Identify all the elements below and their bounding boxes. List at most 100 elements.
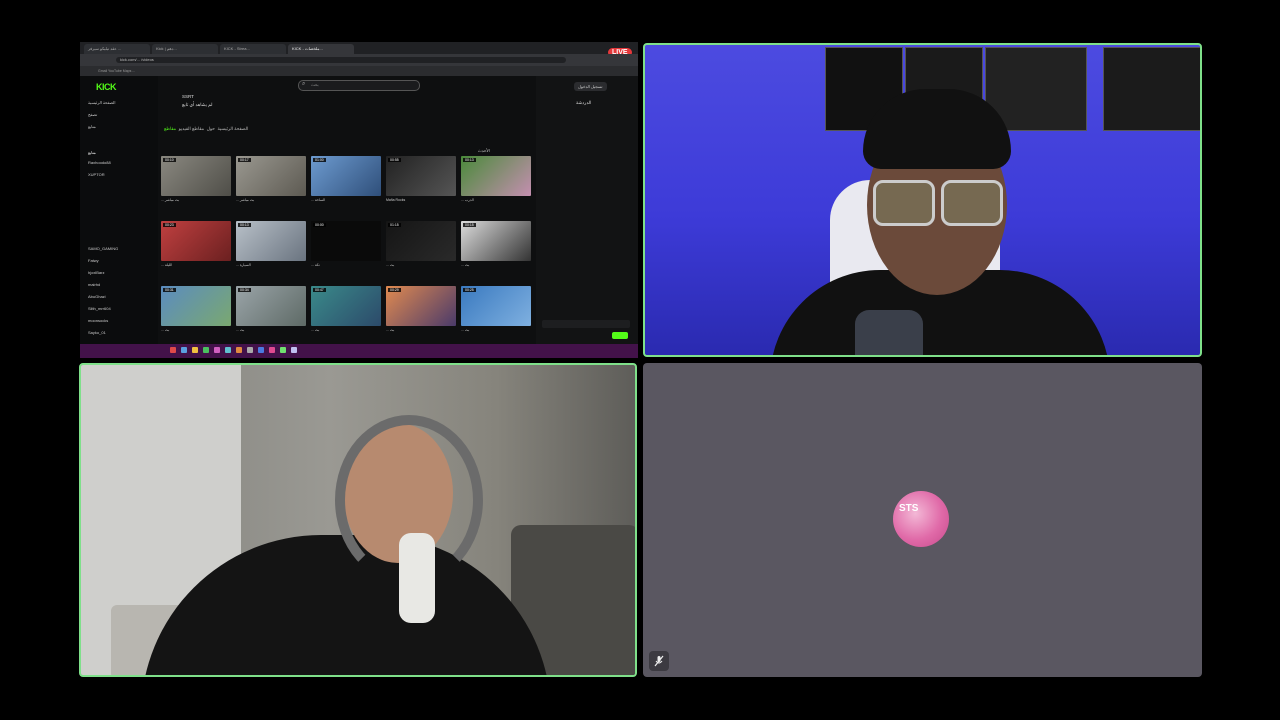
video-thumbnail: 00:55 bbox=[386, 156, 456, 196]
sort-dropdown[interactable]: الأحدث bbox=[478, 148, 490, 153]
video-title: ... بث bbox=[461, 328, 470, 332]
search-input[interactable]: ⌕ بحث bbox=[298, 80, 420, 91]
windows-taskbar bbox=[80, 344, 638, 358]
app-icon[interactable] bbox=[247, 347, 253, 353]
kick-logo[interactable]: KICK bbox=[96, 82, 117, 92]
kick-sidebar: KICK الصفحة الرئيسية تصفح متابع متابع Ra… bbox=[80, 76, 158, 344]
video-card[interactable]: 00:15 ... بث bbox=[461, 221, 531, 281]
search-placeholder: بحث bbox=[311, 82, 319, 87]
video-duration: 01:00 bbox=[313, 158, 326, 162]
app-icon[interactable] bbox=[181, 347, 187, 353]
app-icon[interactable] bbox=[192, 347, 198, 353]
app-icon[interactable] bbox=[236, 347, 242, 353]
video-thumbnail: 00:47 bbox=[311, 286, 381, 326]
channel-item[interactable]: Sayko_01 bbox=[88, 330, 106, 335]
participant-avatar-tile[interactable]: STS bbox=[643, 363, 1202, 677]
browser-tab[interactable]: Kick | دهم... bbox=[152, 44, 218, 54]
browser-tab[interactable]: عقد تيليكو سيرفر ... bbox=[84, 44, 150, 54]
video-duration: 00:00 bbox=[313, 223, 326, 227]
kick-main-content: ⌕ بحث SSRT لم يشاهد أي تابع الصفحة الرئي… bbox=[158, 76, 536, 344]
video-title: ... بث bbox=[386, 263, 395, 267]
tab-videos[interactable]: مقاطع الفيديو bbox=[179, 126, 204, 131]
video-card[interactable]: 00:23 ... الليلة bbox=[161, 221, 231, 281]
browser-toolbar: kick.com/... /videos bbox=[80, 54, 638, 66]
app-icon[interactable] bbox=[258, 347, 264, 353]
channel-item[interactable]: AbuGhazi bbox=[88, 294, 106, 299]
video-card[interactable]: 00:31 ... بث bbox=[161, 286, 231, 346]
sidebar-item-browse[interactable]: تصفح bbox=[88, 112, 97, 117]
screen-share-tile[interactable]: عقد تيليكو سيرفر ... Kick | دهم... KICK … bbox=[80, 42, 638, 358]
video-thumbnail: 00:13 bbox=[461, 156, 531, 196]
video-duration: 00:13 bbox=[463, 158, 476, 162]
participant-video-tile[interactable] bbox=[79, 363, 637, 677]
video-duration: 00:15 bbox=[463, 223, 476, 227]
tab-clips[interactable]: مقاطع bbox=[164, 126, 176, 131]
video-title: ... بث مباشر bbox=[161, 198, 180, 202]
video-card[interactable]: 01:00 ... الساحة bbox=[311, 156, 381, 216]
channel-name: SSRT bbox=[182, 94, 194, 99]
avatar-sticker: STS bbox=[899, 503, 919, 514]
app-icon[interactable] bbox=[280, 347, 286, 353]
video-duration: 00:10 bbox=[163, 158, 176, 162]
video-thumbnail: 00:10 bbox=[161, 156, 231, 196]
chat-title: الدردشة bbox=[576, 100, 592, 105]
participant-avatar: STS bbox=[893, 491, 949, 547]
video-title: Mafia Rocks bbox=[386, 198, 406, 202]
app-icon[interactable] bbox=[291, 347, 297, 353]
sidebar-item-following[interactable]: متابع bbox=[88, 124, 96, 129]
video-card[interactable]: 00:13 ... الدرب bbox=[461, 156, 531, 216]
glasses bbox=[873, 180, 935, 226]
video-card[interactable]: 00:34 ... بث bbox=[236, 286, 306, 346]
video-card[interactable]: 00:17 ... بث مباشر bbox=[236, 156, 306, 216]
app-icon[interactable] bbox=[170, 347, 176, 353]
app-icon[interactable] bbox=[225, 347, 231, 353]
app-icon[interactable] bbox=[269, 347, 275, 353]
channel-item[interactable]: SAMO_GAMING bbox=[88, 246, 118, 251]
video-duration: 00:25 bbox=[463, 288, 476, 292]
channel-item[interactable]: XUPTOR bbox=[88, 172, 105, 177]
video-thumbnail: 00:23 bbox=[161, 221, 231, 261]
chat-send-button[interactable] bbox=[612, 332, 628, 339]
channel-item[interactable]: Slith_mrr604 bbox=[88, 306, 111, 311]
video-duration: 00:17 bbox=[238, 158, 251, 162]
video-card[interactable]: 00:10 ... بث مباشر bbox=[161, 156, 231, 216]
video-card[interactable]: 00:00 ... تكة bbox=[311, 221, 381, 281]
video-duration: 00:23 bbox=[163, 223, 176, 227]
tab-about[interactable]: حول bbox=[207, 126, 215, 131]
taskbar-icons bbox=[170, 347, 297, 353]
channel-item[interactable]: Raxhoodo88 bbox=[88, 160, 111, 165]
address-bar[interactable]: kick.com/... /videos bbox=[116, 57, 566, 63]
microphone bbox=[399, 533, 435, 623]
app-icon[interactable] bbox=[214, 347, 220, 353]
video-duration: 00:55 bbox=[388, 158, 401, 162]
channel-item[interactable]: Fatwy bbox=[88, 258, 99, 263]
participant-video-tile[interactable] bbox=[643, 43, 1202, 357]
video-title: ... الدرب bbox=[461, 198, 474, 202]
chat-input[interactable] bbox=[542, 320, 630, 328]
app-icon[interactable] bbox=[203, 347, 209, 353]
mic-off-icon bbox=[649, 651, 669, 671]
channel-item[interactable]: mairhd bbox=[88, 282, 100, 287]
video-card[interactable]: 00:25 ... بث bbox=[461, 286, 531, 346]
login-button[interactable]: تسجيل الدخول bbox=[574, 82, 607, 91]
sidebar-item-home[interactable]: الصفحة الرئيسية bbox=[88, 100, 115, 105]
video-thumbnail: 00:29 bbox=[386, 286, 456, 326]
channel-item[interactable]: hjoxlBarz bbox=[88, 270, 104, 275]
video-title: ... بث مباشر bbox=[236, 198, 255, 202]
microphone bbox=[855, 310, 923, 355]
video-title: ... الساحة bbox=[311, 198, 326, 202]
browser-tab-active[interactable]: KICK - ملخصات... bbox=[288, 44, 354, 54]
video-card[interactable]: 00:13 ... السيارة bbox=[236, 221, 306, 281]
video-title: ... بث bbox=[461, 263, 470, 267]
video-card[interactable]: 01:15 ... بث bbox=[386, 221, 456, 281]
tab-home[interactable]: الصفحة الرئيسية bbox=[217, 126, 248, 131]
wall-poster bbox=[1103, 47, 1200, 131]
browser-tab[interactable]: KICK - Strea... bbox=[220, 44, 286, 54]
following-header: متابع bbox=[88, 150, 96, 155]
video-thumbnail: 00:17 bbox=[236, 156, 306, 196]
video-card[interactable]: 00:47 ... بث bbox=[311, 286, 381, 346]
video-card[interactable]: 00:55 Mafia Rocks bbox=[386, 156, 456, 216]
video-card[interactable]: 00:29 ... بث bbox=[386, 286, 456, 346]
channel-item[interactable]: moonsocks bbox=[88, 318, 108, 323]
video-title: ... بث bbox=[386, 328, 395, 332]
